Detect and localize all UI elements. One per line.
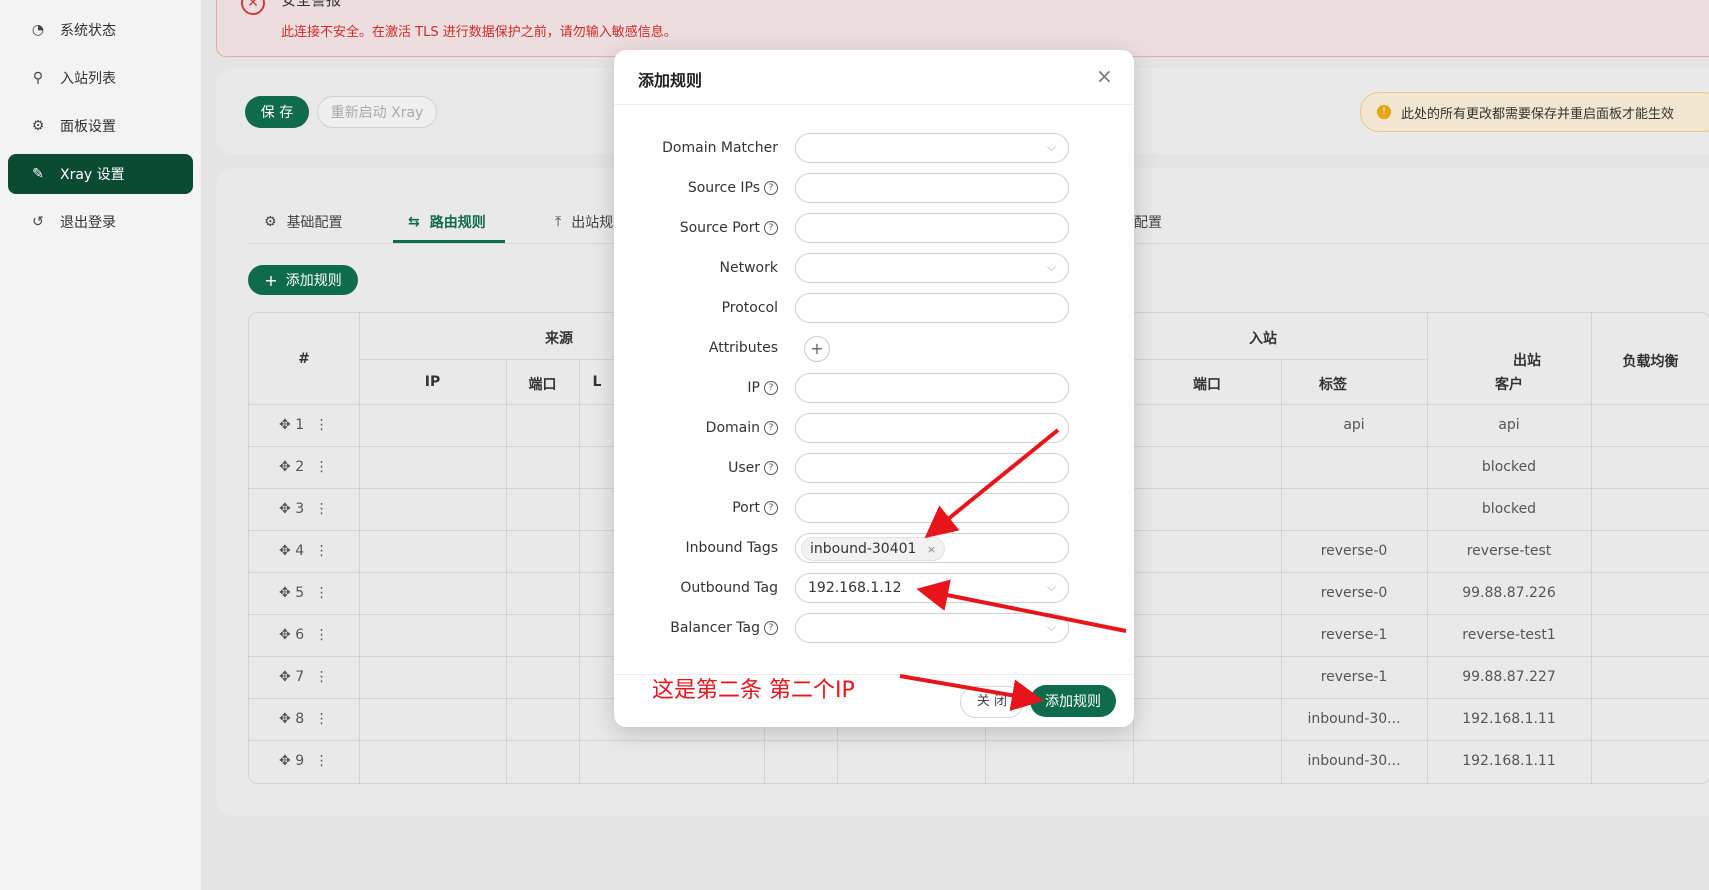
annotation-arrow xyxy=(924,428,1060,539)
annotation-arrow xyxy=(899,674,1044,712)
annotation-overlay xyxy=(899,428,1127,712)
annotation-text: 这是第二条 第二个IP xyxy=(652,678,855,703)
annotation-arrow xyxy=(916,579,1127,633)
